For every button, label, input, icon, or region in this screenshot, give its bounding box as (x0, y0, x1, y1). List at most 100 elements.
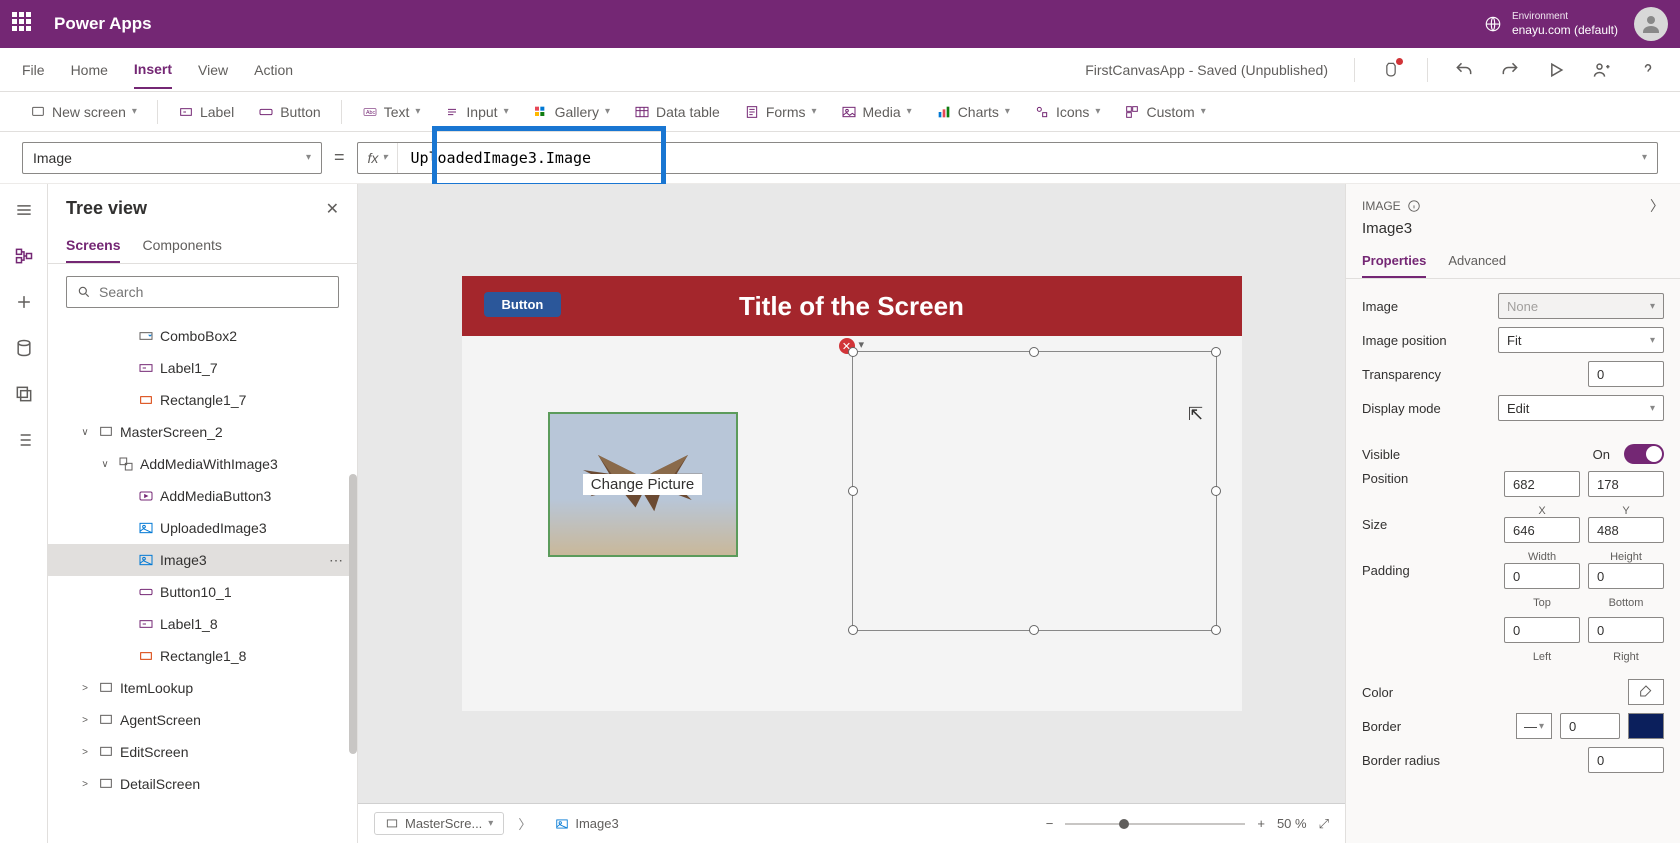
undo-icon[interactable] (1454, 60, 1474, 80)
data-icon[interactable] (14, 338, 34, 358)
app-checker-icon[interactable] (1381, 60, 1401, 80)
forms-button[interactable]: Forms▾ (736, 100, 825, 124)
ribbon: New screen▾ Label Button AbcText▾ Input▾… (0, 92, 1680, 132)
tree-item-addmediawithimage3[interactable]: ∨AddMediaWithImage3 (48, 448, 357, 480)
text-button[interactable]: AbcText▾ (354, 100, 429, 124)
media-button[interactable]: Media▾ (833, 100, 920, 124)
width-input[interactable]: 646 (1504, 517, 1580, 543)
tab-advanced[interactable]: Advanced (1448, 245, 1506, 278)
image-position-dropdown[interactable]: Fit▾ (1498, 327, 1664, 353)
input-button[interactable]: Input▾ (436, 100, 516, 124)
formula-input[interactable] (398, 143, 1632, 173)
fx-icon[interactable]: fx▾ (358, 143, 399, 173)
tree-scrollbar[interactable] (349, 474, 357, 754)
cursor-icon: ⇱ (1188, 404, 1203, 425)
tree-item-masterscreen_2[interactable]: ∨MasterScreen_2 (48, 416, 357, 448)
share-icon[interactable] (1592, 60, 1612, 80)
menu-insert[interactable]: Insert (134, 51, 172, 89)
color-swatch[interactable] (1628, 679, 1664, 705)
custom-button[interactable]: Custom▾ (1116, 100, 1213, 124)
globe-icon (1484, 15, 1502, 33)
selection-box[interactable]: ✕ ▾ (852, 351, 1217, 631)
redo-icon[interactable] (1500, 60, 1520, 80)
padding-top-input[interactable]: 0 (1504, 563, 1580, 589)
menu-action[interactable]: Action (254, 52, 293, 88)
breadcrumb-control[interactable]: Image3 (545, 813, 628, 834)
close-icon[interactable]: ✕ (326, 199, 339, 219)
waffle-icon[interactable] (12, 12, 36, 36)
tree-search[interactable] (66, 276, 339, 308)
button-button[interactable]: Button (250, 100, 328, 124)
control-name: Image3 (1346, 220, 1680, 245)
transparency-input[interactable]: 0 (1588, 361, 1664, 387)
tree-item-uploadedimage3[interactable]: UploadedImage3 (48, 512, 357, 544)
tree-item-label1_8[interactable]: Label1_8 (48, 608, 357, 640)
play-icon[interactable] (1546, 60, 1566, 80)
screen-button[interactable]: Button (484, 292, 562, 317)
new-screen-button[interactable]: New screen▾ (22, 100, 145, 124)
label-button[interactable]: Label (170, 100, 242, 124)
padding-left-input[interactable]: 0 (1504, 617, 1580, 643)
formula-expand-icon[interactable]: ▾ (1632, 152, 1657, 163)
padding-bottom-input[interactable]: 0 (1588, 563, 1664, 589)
padding-right-input[interactable]: 0 (1588, 617, 1664, 643)
border-color-swatch[interactable] (1628, 713, 1664, 739)
gallery-button[interactable]: Gallery▾ (525, 100, 618, 124)
info-icon[interactable] (1407, 199, 1421, 213)
settings-icon[interactable] (14, 430, 34, 450)
user-avatar[interactable] (1634, 7, 1668, 41)
tab-components[interactable]: Components (142, 229, 221, 263)
help-icon[interactable] (1638, 60, 1658, 80)
tree-item-combobox2[interactable]: ComboBox2 (48, 320, 357, 352)
tree-item-addmediabutton3[interactable]: AddMediaButton3 (48, 480, 357, 512)
visible-toggle[interactable] (1624, 444, 1664, 464)
selection-menu-icon[interactable]: ▾ (859, 338, 865, 351)
menu-view[interactable]: View (198, 52, 228, 88)
search-input[interactable] (99, 284, 328, 300)
add-media-control[interactable]: Change Picture (548, 412, 738, 557)
position-y-input[interactable]: 178 (1588, 471, 1664, 497)
tree-item-rectangle1_7[interactable]: Rectangle1_7 (48, 384, 357, 416)
zoom-slider[interactable] (1065, 823, 1245, 825)
tree-item-agentscreen[interactable]: >AgentScreen (48, 704, 357, 736)
properties-panel: IMAGE 〉 Image3 Properties Advanced Image… (1345, 184, 1680, 843)
position-x-input[interactable]: 682 (1504, 471, 1580, 497)
expand-icon[interactable]: 〉 (1650, 196, 1664, 216)
insert-icon[interactable] (14, 292, 34, 312)
breadcrumb-screen[interactable]: MasterScre...▾ (374, 812, 504, 835)
canvas-area: Button Title of the Screen Change Pictur… (358, 184, 1345, 843)
border-width-input[interactable]: 0 (1560, 713, 1620, 739)
tree-view-icon[interactable] (14, 246, 34, 266)
tab-properties[interactable]: Properties (1362, 245, 1426, 278)
tree-item-detailscreen[interactable]: >DetailScreen (48, 768, 357, 800)
tree-item-editscreen[interactable]: >EditScreen (48, 736, 357, 768)
screen-title: Title of the Screen (739, 291, 964, 322)
hamburger-icon[interactable] (14, 200, 34, 220)
environment-picker[interactable]: Environment enayu.com (default) (1484, 10, 1618, 39)
border-style-dropdown[interactable]: — ▾ (1516, 713, 1552, 739)
height-input[interactable]: 488 (1588, 517, 1664, 543)
datatable-button[interactable]: Data table (626, 100, 728, 124)
tree-item-button10_1[interactable]: Button10_1 (48, 576, 357, 608)
zoom-out-icon[interactable]: − (1046, 816, 1054, 831)
tab-screens[interactable]: Screens (66, 229, 120, 263)
display-mode-dropdown[interactable]: Edit▾ (1498, 395, 1664, 421)
breadcrumb-arrow-icon: 〉 (518, 814, 531, 833)
canvas-viewport[interactable]: Button Title of the Screen Change Pictur… (358, 184, 1345, 803)
fit-icon[interactable]: ⤢ (1319, 816, 1329, 832)
media-rail-icon[interactable] (14, 384, 34, 404)
menu-file[interactable]: File (22, 52, 45, 88)
tree-item-image3[interactable]: Image3⋯ (48, 544, 357, 576)
menu-home[interactable]: Home (71, 52, 108, 88)
border-radius-input[interactable]: 0 (1588, 747, 1664, 773)
charts-button[interactable]: Charts▾ (928, 100, 1018, 124)
icons-button[interactable]: Icons▾ (1026, 100, 1109, 124)
screen-header: Button Title of the Screen (462, 276, 1242, 336)
image-dropdown[interactable]: None▾ (1498, 293, 1664, 319)
tree-item-rectangle1_8[interactable]: Rectangle1_8 (48, 640, 357, 672)
zoom-in-icon[interactable]: + (1257, 816, 1265, 831)
property-dropdown[interactable]: Image▾ (22, 142, 322, 174)
tree-item-itemlookup[interactable]: >ItemLookup (48, 672, 357, 704)
left-rail (0, 184, 48, 843)
tree-item-label1_7[interactable]: Label1_7 (48, 352, 357, 384)
